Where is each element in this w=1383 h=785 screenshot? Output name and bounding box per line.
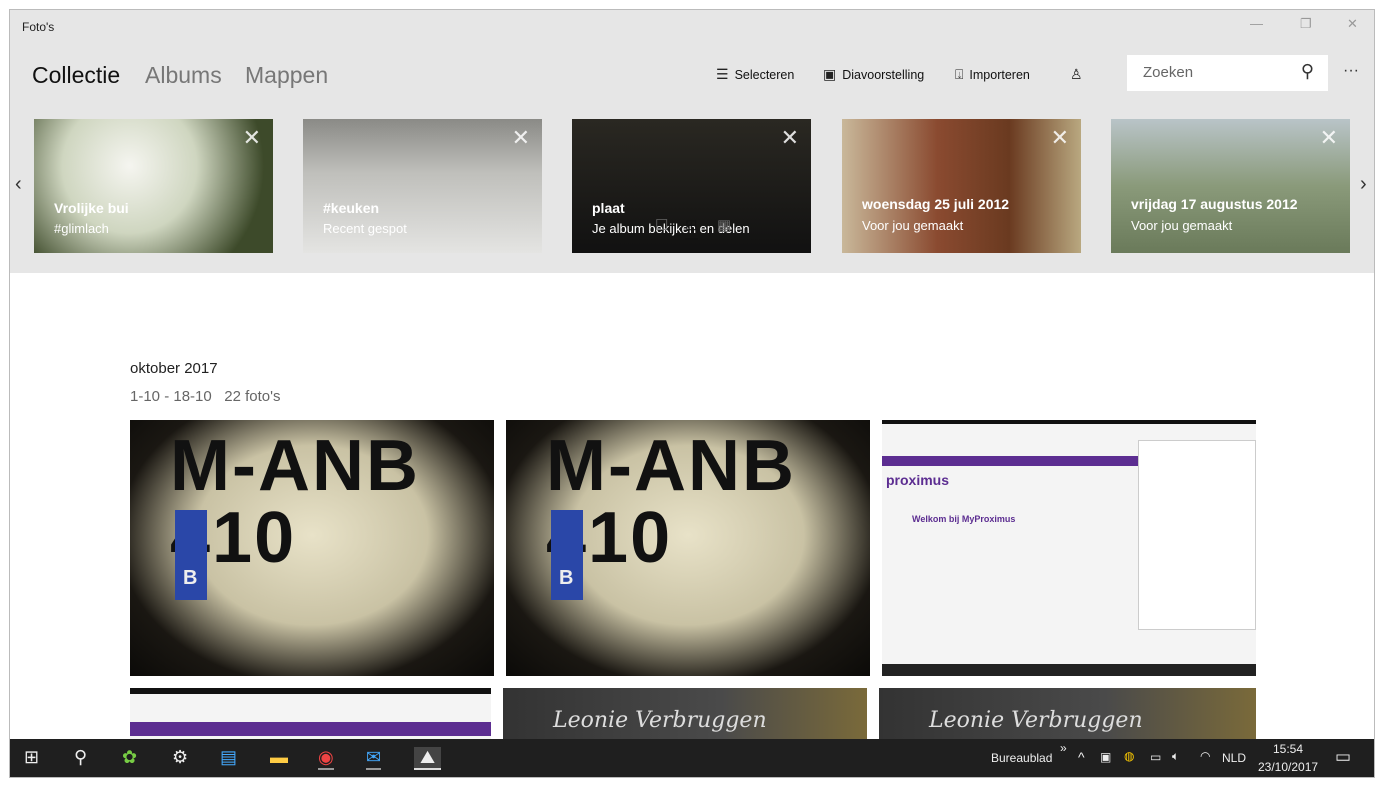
highlight-card[interactable]: ✕ woensdag 25 juli 2012 Voor jou gemaakt: [842, 119, 1081, 253]
import-icon: ⍗: [955, 66, 964, 82]
taskbar: ⊞ ⚲ ✿ ⚙ ▤ ▬ ◉ ✉ ⛰ Bureaublad » ^ ▣ ◍ ▭ 🔈…: [10, 739, 1374, 777]
plate-text: M-ANB 410: [170, 426, 420, 578]
search-placeholder: Zoeken: [1143, 64, 1194, 81]
search-input[interactable]: Zoeken ⚲: [1127, 55, 1328, 91]
month-heading: oktober 2017: [130, 360, 218, 377]
wifi-icon[interactable]: ◠: [1200, 749, 1210, 763]
toolbar-expand-icon[interactable]: »: [1060, 741, 1067, 755]
highlights-carousel: ‹ › ✕ Vrolijke bui #glimlach ✕ #keuken Recen…: [10, 98, 1374, 273]
file-explorer-icon[interactable]: ▬: [270, 747, 288, 768]
close-icon[interactable]: ✕: [1051, 125, 1069, 151]
close-button[interactable]: ✕: [1347, 16, 1358, 32]
tray-app-icon[interactable]: ▣: [1100, 750, 1111, 764]
slideshow-button[interactable]: ▣ Diavoorstelling: [823, 66, 924, 83]
search-icon[interactable]: ⚲: [74, 747, 87, 768]
tab-collectie[interactable]: Collectie: [32, 62, 120, 89]
close-icon[interactable]: ✕: [512, 125, 530, 151]
card-subtitle: Voor jou gemaakt: [1131, 218, 1233, 233]
photo-thumbnail[interactable]: M-ANB 410 B: [130, 420, 494, 676]
photos-icon[interactable]: ⛰: [414, 747, 442, 770]
language-indicator[interactable]: NLD: [1222, 751, 1246, 765]
card-title: #keuken: [323, 200, 380, 216]
site-title: Welkom bij MyProximus: [912, 514, 1016, 524]
card-title: woensdag 25 juli 2012: [862, 196, 1010, 212]
more-button[interactable]: ···: [1343, 62, 1359, 80]
app-icon[interactable]: ⚙: [172, 747, 188, 768]
tab-albums[interactable]: Albums: [145, 62, 222, 89]
grave-text: Leonie Verbruggen: [553, 708, 767, 733]
grave-text: Leonie Verbruggen: [929, 708, 1143, 733]
eu-band: B: [175, 510, 207, 600]
view-medium-icon[interactable]: ⊞: [685, 216, 698, 240]
highlight-card[interactable]: ✕ #keuken Recent gespot: [303, 119, 542, 253]
view-large-icon[interactable]: ☐: [655, 216, 668, 234]
browser-tabs: [882, 420, 1256, 424]
highlight-card[interactable]: ✕ Vrolijke bui #glimlach: [34, 119, 273, 253]
minimize-button[interactable]: —: [1250, 16, 1263, 31]
card-subtitle: Recent gespot: [323, 221, 407, 236]
checklist-icon: ☰: [716, 66, 729, 82]
card-title: Vrolijke bui: [54, 200, 129, 216]
highlight-card[interactable]: ✕ vrijdag 17 augustus 2012 Voor jou gemaak…: [1111, 119, 1350, 253]
person-add-icon: ♙: [1070, 66, 1083, 82]
thunderbird-icon[interactable]: ✉: [366, 747, 382, 770]
site-logo: proximus: [886, 472, 950, 488]
select-label: Selecteren: [734, 67, 795, 82]
plate-text: M-ANB 410: [546, 426, 796, 578]
app-icon[interactable]: ✿: [122, 747, 137, 768]
search-icon[interactable]: ⚲: [1301, 61, 1314, 82]
photo-thumbnail[interactable]: proximus Welkom bij MyProximus: [882, 420, 1256, 676]
volume-icon[interactable]: 🔈︎: [1172, 749, 1179, 764]
header: Collectie Albums Mappen ☰ Selecteren ▣ Dia…: [10, 46, 1374, 98]
view-small-icon[interactable]: ▦: [717, 216, 731, 234]
plate-country: B: [183, 567, 198, 589]
chevron-up-icon[interactable]: ^: [1078, 749, 1085, 765]
chrome-icon[interactable]: ◉: [318, 747, 334, 770]
maximize-button[interactable]: ❐: [1300, 16, 1312, 32]
card-subtitle: #glimlach: [54, 221, 109, 236]
add-person-button[interactable]: ♙: [1070, 66, 1083, 83]
plate-country: B: [559, 567, 574, 589]
tab-mappen[interactable]: Mappen: [245, 62, 328, 89]
app-title: Foto's: [22, 20, 55, 34]
site-banner: [130, 722, 491, 736]
chevron-left-icon[interactable]: ‹: [15, 173, 22, 196]
card-title: plaat: [592, 200, 625, 216]
range-text: 1-10 - 18-10: [130, 388, 212, 405]
close-icon[interactable]: ✕: [781, 125, 799, 151]
card-title: vrijdag 17 augustus 2012: [1131, 196, 1298, 212]
privacy-badger-popup: [1138, 440, 1256, 630]
app-icon[interactable]: ▤: [220, 747, 237, 768]
photos-window: Foto's — ❐ ✕ Collectie Albums Mappen ☰ Se…: [9, 9, 1375, 778]
chevron-right-icon[interactable]: ›: [1360, 173, 1367, 196]
desktop-toolbar[interactable]: Bureaublad: [991, 751, 1052, 765]
import-button[interactable]: ⍗ Importeren: [955, 66, 1030, 83]
card-subtitle: Voor jou gemaakt: [862, 218, 964, 233]
select-button[interactable]: ☰ Selecteren: [716, 66, 794, 83]
action-center-icon[interactable]: ▭: [1335, 747, 1351, 767]
battery-icon[interactable]: ▭: [1150, 750, 1161, 764]
windows-start-icon[interactable]: ⊞: [24, 747, 39, 768]
eu-band: B: [551, 510, 583, 600]
norton-icon[interactable]: ◍: [1124, 749, 1134, 763]
clock-date[interactable]: 23/10/2017: [1258, 760, 1318, 774]
clock-time[interactable]: 15:54: [1273, 742, 1303, 756]
import-label: Importeren: [969, 67, 1030, 82]
slideshow-icon: ▣: [823, 66, 837, 82]
close-icon[interactable]: ✕: [1320, 125, 1338, 151]
slideshow-label: Diavoorstelling: [842, 67, 925, 82]
close-icon[interactable]: ✕: [243, 125, 261, 151]
photo-count: 22 foto's: [224, 388, 281, 405]
taskbar-mini: [882, 664, 1256, 676]
title-bar: Foto's — ❐ ✕: [10, 10, 1374, 46]
photo-thumbnail[interactable]: M-ANB 410 B: [506, 420, 870, 676]
date-range: 1-10 - 18-10 22 foto's: [130, 388, 280, 405]
